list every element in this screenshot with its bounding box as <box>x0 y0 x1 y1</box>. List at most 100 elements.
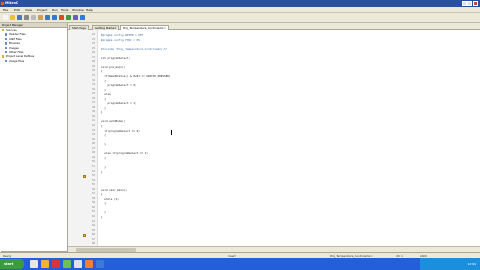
folder-icon <box>5 37 8 41</box>
code-line: int programSelect; <box>101 55 131 60</box>
folder-icon[interactable] <box>30 260 38 268</box>
menu-view[interactable]: View <box>25 8 32 12</box>
line-number: 68 <box>91 242 95 246</box>
project-icon <box>2 29 5 32</box>
line-number: 26 <box>91 51 95 55</box>
code-line: } <box>101 110 103 115</box>
line-number: 25 <box>91 46 95 50</box>
clock: 12:09 <box>467 261 476 266</box>
menu-project[interactable]: Project <box>37 8 47 12</box>
code-line: { <box>101 192 103 197</box>
tree-item-label: Other Files <box>9 49 24 54</box>
redo-icon[interactable] <box>52 15 57 20</box>
system-tray: 12:09 <box>420 258 480 270</box>
line-number: 28 <box>91 60 95 64</box>
code-editor[interactable]: #pragma config WDTEN = OFF #pragma config… <box>98 30 480 246</box>
line-number: 22 <box>91 33 95 36</box>
explorer-icon[interactable] <box>41 260 49 268</box>
text-cursor <box>171 130 172 135</box>
menu-edit[interactable]: Edit <box>14 8 20 12</box>
line-number: 36 <box>91 96 95 100</box>
cut-icon[interactable] <box>24 15 29 20</box>
help-icon[interactable] <box>80 15 85 20</box>
code-line: { <box>101 69 103 74</box>
code-line: { <box>101 78 106 83</box>
media-icon[interactable] <box>52 260 60 268</box>
app-icon <box>1 1 4 5</box>
tree-item-label: Image Files <box>9 58 25 63</box>
browser-icon[interactable] <box>85 260 93 268</box>
line-number: 30 <box>91 69 95 73</box>
debug-icon[interactable] <box>73 15 78 20</box>
menu-run[interactable]: Run <box>52 8 58 12</box>
build-icon[interactable] <box>59 15 64 20</box>
tree-item-label: Header Files <box>9 32 26 37</box>
line-number: 55 <box>91 183 95 187</box>
undo-icon[interactable] <box>45 15 50 20</box>
folder-icon <box>5 33 8 36</box>
line-number: 66 <box>91 233 95 237</box>
document-icon[interactable] <box>74 260 82 268</box>
code-line: } <box>101 105 106 110</box>
line-number: 64 <box>91 224 95 228</box>
line-number: 54 <box>91 178 95 182</box>
tree-item-label: Images <box>9 45 19 50</box>
code-line: void user_main() <box>101 187 127 192</box>
menu-tools[interactable]: Tools <box>61 8 68 12</box>
line-number: 38 <box>91 105 95 109</box>
close-button[interactable] <box>473 1 478 6</box>
line-number: 60 <box>91 205 95 209</box>
line-number: 34 <box>91 87 95 91</box>
copy-icon[interactable] <box>31 15 36 20</box>
folder-icon <box>5 46 8 49</box>
folder-icon <box>5 50 8 54</box>
title-bar: MikroC <box>0 0 480 7</box>
menu-help[interactable]: Help <box>86 8 93 12</box>
line-number-gutter: 22 23 24 25 26 27 28 29 30 31 32 33 34 35 36 37 38 39 40 41… <box>68 30 98 246</box>
line-number: 49 <box>91 155 95 159</box>
menu-file[interactable]: File <box>3 8 8 12</box>
line-number: 65 <box>91 228 95 232</box>
line-number: 59 <box>91 201 95 205</box>
save-icon[interactable] <box>17 15 22 20</box>
line-number: 27 <box>91 55 95 59</box>
ide-icon[interactable] <box>96 260 104 268</box>
code-line: void pre_main() <box>101 64 126 69</box>
chat-icon[interactable] <box>63 260 71 268</box>
line-number: 35 <box>91 92 95 96</box>
code-line: { <box>101 124 103 128</box>
code-line: else if(programSelect == 1) <box>101 151 148 156</box>
open-file-icon[interactable] <box>10 15 15 20</box>
code-line: } <box>101 210 106 215</box>
tree-item-label: Project Level Defines <box>6 54 35 59</box>
line-number: 33 <box>91 83 95 87</box>
code-line: void autoMode() <box>101 119 126 124</box>
line-number: 53 <box>91 174 95 178</box>
code-line: programSelect = 0; <box>101 83 137 88</box>
run-icon[interactable] <box>66 15 71 20</box>
line-number: 40 <box>91 114 95 118</box>
code-line: } <box>101 169 103 174</box>
tree-item[interactable]: Image Files <box>0 59 67 63</box>
menu-window[interactable]: Window <box>72 8 84 12</box>
bookmark-icon[interactable] <box>83 174 87 178</box>
line-number: 42 <box>91 124 95 127</box>
start-button[interactable]: start <box>0 259 24 269</box>
folder-icon <box>5 42 8 45</box>
paste-icon[interactable] <box>38 15 43 20</box>
line-number: 56 <box>91 187 95 191</box>
maximize-button[interactable] <box>467 1 472 6</box>
line-number: 32 <box>91 78 95 82</box>
window-title: MikroC <box>5 1 19 5</box>
bookmark-icon[interactable] <box>83 233 87 238</box>
project-manager-panel: Project Manager Sources Header Files ASM F… <box>0 23 68 260</box>
code-line: if(ReadStatus() & 0x01 == SWITCH_PRESSED… <box>101 73 171 78</box>
taskbar: start 12:09 <box>0 258 480 270</box>
code-line: } <box>101 164 106 169</box>
line-number: 58 <box>91 196 95 200</box>
new-file-icon[interactable] <box>3 15 8 20</box>
line-number: 37 <box>91 101 95 105</box>
tree-item-label: ASM Files <box>9 36 22 41</box>
code-line: { <box>101 155 106 160</box>
line-number: 41 <box>91 119 95 123</box>
